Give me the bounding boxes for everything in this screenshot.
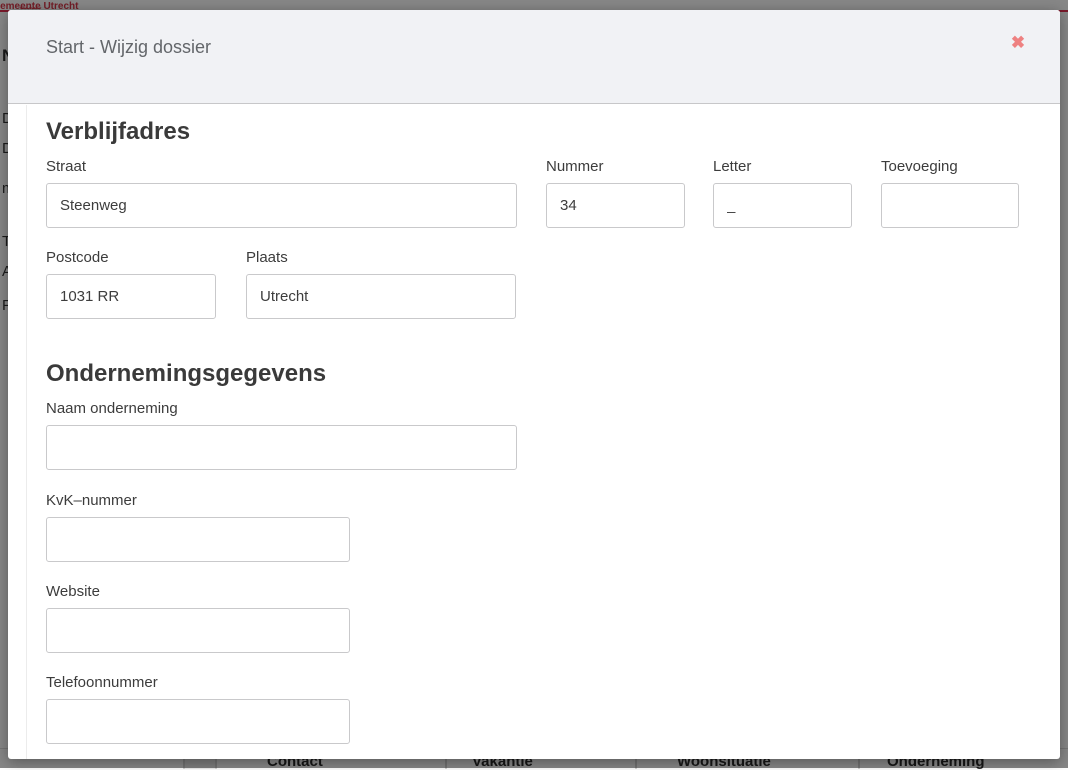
telefoonnummer-label: Telefoonnummer — [46, 674, 350, 691]
modal-title: Start - Wijzig dossier — [46, 37, 211, 58]
field-letter: Letter — [713, 158, 852, 228]
field-nummer: Nummer — [546, 158, 685, 228]
toevoeging-label: Toevoeging — [881, 158, 1019, 175]
field-straat: Straat — [46, 158, 517, 228]
modal-header: Start - Wijzig dossier ✖ — [8, 10, 1060, 104]
field-kvk-nummer: KvK–nummer — [46, 492, 350, 562]
wijzig-dossier-modal: Start - Wijzig dossier ✖ Verblijfadres S… — [8, 10, 1060, 759]
plaats-label: Plaats — [246, 249, 516, 266]
field-toevoeging: Toevoeging — [881, 158, 1019, 228]
website-label: Website — [46, 583, 350, 600]
nummer-input[interactable] — [546, 183, 685, 228]
plaats-input[interactable] — [246, 274, 516, 319]
website-input[interactable] — [46, 608, 350, 653]
toevoeging-input[interactable] — [881, 183, 1019, 228]
straat-input[interactable] — [46, 183, 517, 228]
postcode-label: Postcode — [46, 249, 216, 266]
postcode-input[interactable] — [46, 274, 216, 319]
field-plaats: Plaats — [246, 249, 516, 319]
kvk-nummer-input[interactable] — [46, 517, 350, 562]
kvk-nummer-label: KvK–nummer — [46, 492, 350, 509]
telefoonnummer-input[interactable] — [46, 699, 350, 744]
naam-onderneming-input[interactable] — [46, 425, 517, 470]
divider — [26, 105, 27, 759]
field-website: Website — [46, 583, 350, 653]
field-telefoonnummer: Telefoonnummer — [46, 674, 350, 744]
section-heading-ondernemingsgegevens: Ondernemingsgegevens — [46, 360, 326, 388]
section-heading-verblijfadres: Verblijfadres — [46, 118, 190, 146]
nummer-label: Nummer — [546, 158, 685, 175]
straat-label: Straat — [46, 158, 517, 175]
field-naam-onderneming: Naam onderneming — [46, 400, 517, 470]
close-icon[interactable]: ✖ — [1007, 32, 1029, 54]
naam-onderneming-label: Naam onderneming — [46, 400, 517, 417]
letter-input[interactable] — [713, 183, 852, 228]
field-postcode: Postcode — [46, 249, 216, 319]
letter-label: Letter — [713, 158, 852, 175]
